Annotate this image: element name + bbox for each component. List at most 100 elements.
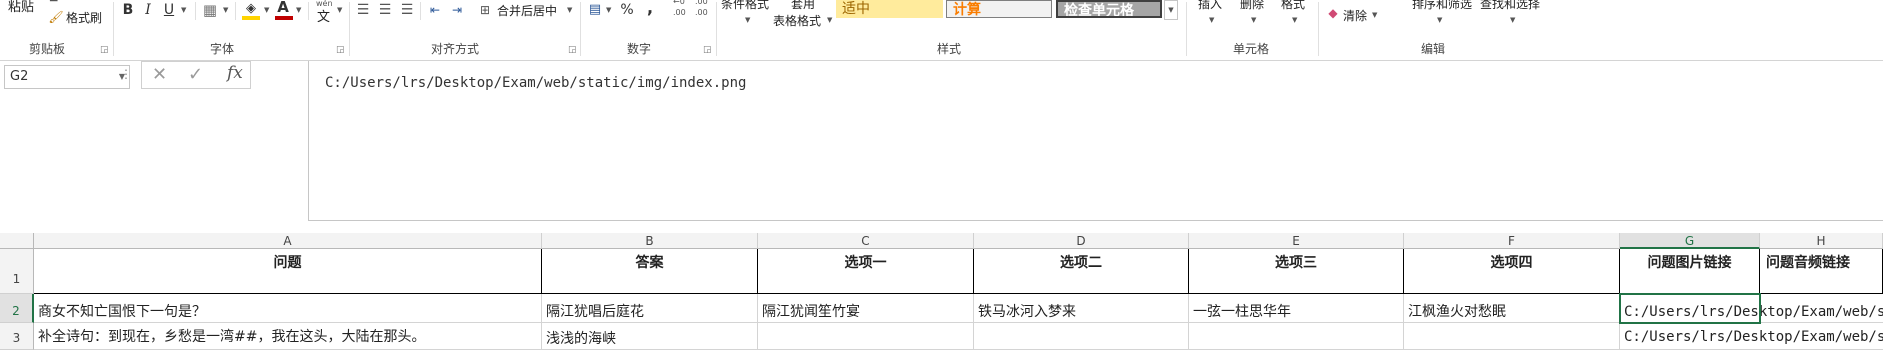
cell-b3[interactable]: 浅浅的海峡 bbox=[542, 323, 758, 350]
accounting-dropdown-icon[interactable]: ▼ bbox=[606, 6, 611, 14]
delete-button[interactable]: 删除 bbox=[1240, 0, 1264, 12]
font-color-swatch bbox=[275, 16, 293, 20]
style-calculation-cell[interactable]: 计算 bbox=[946, 0, 1052, 18]
row-header-2[interactable]: 2 bbox=[0, 294, 34, 323]
format-button[interactable]: 格式 bbox=[1281, 0, 1305, 12]
cell-h1[interactable]: 问题音频链接 bbox=[1760, 249, 1883, 294]
select-all-corner[interactable] bbox=[0, 233, 34, 249]
cell-b1[interactable]: 答案 bbox=[542, 249, 758, 294]
decrease-decimal-button[interactable]: .00 bbox=[695, 8, 708, 17]
cell-b2[interactable]: 隔江犹唱后庭花 bbox=[542, 294, 758, 323]
cell-d2[interactable]: 铁马冰河入梦来 bbox=[974, 294, 1189, 323]
insert-dropdown-icon[interactable]: ▼ bbox=[1209, 16, 1214, 24]
column-header-f[interactable]: F bbox=[1404, 233, 1620, 249]
clear-dropdown-icon[interactable]: ▼ bbox=[1372, 11, 1377, 19]
cell-e2[interactable]: 一弦一柱思华年 bbox=[1189, 294, 1404, 323]
separator bbox=[716, 2, 717, 56]
formula-bar-grip-icon[interactable]: ⋮ bbox=[120, 67, 132, 81]
phonetic-dropdown-icon[interactable]: ▼ bbox=[337, 6, 342, 14]
comma-style-button[interactable]: , bbox=[643, 0, 657, 17]
increase-decimal-button[interactable]: .00 bbox=[673, 8, 686, 17]
align-left-icon[interactable]: ☰ bbox=[354, 1, 372, 19]
cell-c3[interactable] bbox=[758, 323, 974, 350]
table-format-line1[interactable]: 套用 bbox=[791, 0, 815, 12]
underline-dropdown-icon[interactable]: ▼ bbox=[181, 6, 186, 14]
separator bbox=[113, 2, 114, 56]
find-select-dropdown-icon[interactable]: ▼ bbox=[1510, 16, 1515, 24]
alignment-launcher-icon[interactable]: ◲ bbox=[568, 45, 577, 55]
fill-color-dropdown-icon[interactable]: ▼ bbox=[264, 6, 269, 14]
cell-g2[interactable]: C:/Users/lrs/Desktop/Exam/web/static/img… bbox=[1620, 294, 1883, 323]
cut-icon[interactable]: ▬ bbox=[49, 0, 58, 5]
cell-a1[interactable]: 问题 bbox=[34, 249, 542, 294]
delete-dropdown-icon[interactable]: ▼ bbox=[1251, 16, 1256, 24]
column-header-c[interactable]: C bbox=[758, 233, 974, 249]
cell-d1[interactable]: 选项二 bbox=[974, 249, 1189, 294]
cells-group-label: 单元格 bbox=[1233, 42, 1270, 56]
column-header-b[interactable]: B bbox=[542, 233, 758, 249]
cancel-icon[interactable]: ✕ bbox=[152, 64, 167, 85]
merge-center-icon[interactable]: ⊞ bbox=[477, 1, 493, 19]
conditional-format-dropdown-icon[interactable]: ▼ bbox=[745, 16, 750, 24]
spreadsheet-grid: A B C D E F G H 1 2 3 问题 答案 选项一 选项二 选项三 … bbox=[0, 233, 1883, 352]
underline-button[interactable]: U bbox=[161, 1, 177, 19]
styles-expand-icon[interactable]: ▼ bbox=[1164, 0, 1178, 20]
border-icon[interactable]: ▦ bbox=[201, 1, 219, 19]
conditional-format-button[interactable]: 条件格式 bbox=[721, 0, 769, 12]
font-color-icon[interactable]: A bbox=[274, 0, 292, 16]
styles-group-label: 样式 bbox=[937, 42, 962, 56]
phonetic-guide-button[interactable]: 文 bbox=[317, 6, 330, 25]
insert-function-icon[interactable]: fx bbox=[227, 63, 243, 83]
number-launcher-icon[interactable]: ◲ bbox=[703, 45, 712, 55]
insert-button[interactable]: 插入 bbox=[1198, 0, 1222, 12]
sort-filter-dropdown-icon[interactable]: ▼ bbox=[1437, 16, 1442, 24]
cell-d3[interactable] bbox=[974, 323, 1189, 350]
column-header-h[interactable]: H bbox=[1760, 233, 1883, 249]
style-neutral-cell[interactable]: 适中 bbox=[836, 0, 943, 18]
column-header-d[interactable]: D bbox=[974, 233, 1189, 249]
accounting-format-icon[interactable]: ▤ bbox=[586, 0, 604, 18]
merge-center-button[interactable]: 合并后居中 bbox=[497, 2, 557, 19]
enter-icon[interactable]: ✓ bbox=[188, 64, 203, 85]
border-dropdown-icon[interactable]: ▼ bbox=[223, 6, 228, 14]
formula-input[interactable]: C:/Users/lrs/Desktop/Exam/web/static/img… bbox=[308, 61, 1883, 221]
column-header-g[interactable]: G bbox=[1620, 233, 1760, 249]
cell-c2[interactable]: 隔江犹闻笙竹宴 bbox=[758, 294, 974, 323]
merge-dropdown-icon[interactable]: ▼ bbox=[567, 6, 572, 14]
table-format-button[interactable]: 表格格式 bbox=[773, 12, 821, 29]
cell-a2[interactable]: 商女不知亡国恨下一句是？ bbox=[34, 294, 542, 323]
sort-filter-button[interactable]: 排序和筛选 bbox=[1412, 0, 1472, 12]
find-select-button[interactable]: 查找和选择 bbox=[1480, 0, 1540, 12]
cell-f2[interactable]: 江枫渔火对愁眠 bbox=[1404, 294, 1620, 323]
column-header-e[interactable]: E bbox=[1189, 233, 1404, 249]
cell-a3[interactable]: 补全诗句：到现在，乡愁是一湾##，我在这头，大陆在那头。 bbox=[34, 323, 542, 350]
style-check-cell[interactable]: 检查单元格 bbox=[1056, 0, 1162, 18]
italic-button[interactable]: I bbox=[140, 1, 156, 19]
row-header-3[interactable]: 3 bbox=[0, 323, 34, 350]
cell-g3[interactable]: C:/Users/lrs/Desktop/Exam/web/static/img… bbox=[1620, 323, 1883, 350]
cell-g1[interactable]: 问题图片链接 bbox=[1620, 249, 1760, 294]
clipboard-launcher-icon[interactable]: ◲ bbox=[100, 45, 109, 55]
align-center-icon[interactable]: ☰ bbox=[376, 1, 394, 19]
cell-c1[interactable]: 选项一 bbox=[758, 249, 974, 294]
row-header-1[interactable]: 1 bbox=[0, 249, 34, 294]
paste-button[interactable]: 粘贴 bbox=[8, 0, 34, 15]
cell-f3[interactable] bbox=[1404, 323, 1620, 350]
format-painter-button[interactable]: 格式刷 bbox=[66, 9, 102, 26]
font-launcher-icon[interactable]: ◲ bbox=[336, 45, 345, 55]
increase-indent-icon[interactable]: ⇥ bbox=[448, 1, 466, 19]
table-format-dropdown-icon[interactable]: ▼ bbox=[827, 16, 832, 24]
cell-f1[interactable]: 选项四 bbox=[1404, 249, 1620, 294]
cell-e3[interactable] bbox=[1189, 323, 1404, 350]
fill-color-icon[interactable]: ◈ bbox=[241, 0, 261, 16]
name-box[interactable]: G2 ▼ bbox=[4, 65, 130, 89]
column-header-a[interactable]: A bbox=[34, 233, 542, 249]
font-color-dropdown-icon[interactable]: ▼ bbox=[296, 6, 301, 14]
align-right-icon[interactable]: ☰ bbox=[398, 1, 416, 19]
bold-button[interactable]: B bbox=[120, 1, 136, 19]
percent-button[interactable]: % bbox=[618, 1, 636, 19]
decrease-indent-icon[interactable]: ⇤ bbox=[426, 1, 444, 19]
format-dropdown-icon[interactable]: ▼ bbox=[1292, 16, 1297, 24]
cell-e1[interactable]: 选项三 bbox=[1189, 249, 1404, 294]
clear-button[interactable]: 清除 bbox=[1343, 7, 1367, 24]
